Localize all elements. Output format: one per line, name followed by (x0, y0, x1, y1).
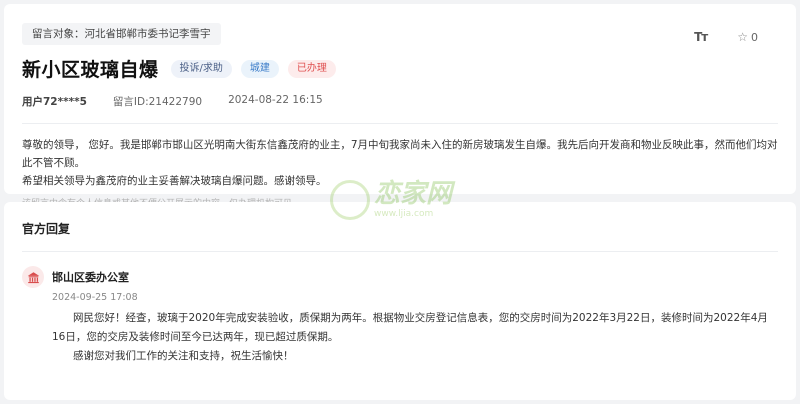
font-size-icon[interactable]: Tт (694, 30, 708, 44)
target-label: 留言对象： (32, 28, 85, 40)
star-icon: ☆ (737, 30, 748, 44)
watermark: 恋家网 www.ljia.com (330, 180, 452, 220)
title-row: 新小区玻璃自爆 投诉/求助 城建 已办理 (22, 55, 778, 82)
reply-divider (22, 251, 778, 252)
divider (22, 123, 778, 124)
reply-card: 官方回复 邯山区委办公室 2024-09-25 17:08 网民您好！经查，玻璃… (4, 202, 796, 400)
watermark-url: www.ljia.com (374, 209, 434, 219)
reply-org-name: 邯山区委办公室 (52, 271, 129, 284)
reply-section-title: 官方回复 (22, 222, 71, 236)
message-meta: 用户72****5 留言ID:21422790 2024-08-22 16:15 (22, 94, 778, 109)
watermark-logo-icon (330, 180, 370, 220)
reply-body: 网民您好！经查，玻璃于2020年完成安装验收，质保期为两年。根据物业交房登记信息… (52, 309, 778, 366)
reply-paragraph: 网民您好！经查，玻璃于2020年完成安装验收，质保期为两年。根据物业交房登记信息… (52, 312, 768, 343)
message-id: 留言ID:21422790 (112, 96, 203, 108)
message-time: 2024-08-22 16:15 (228, 94, 323, 106)
watermark-text: 恋家网 (374, 179, 453, 209)
building-icon (22, 266, 44, 288)
user-name: 用户72****5 (22, 96, 87, 108)
type-badge: 投诉/求助 (170, 59, 232, 78)
message-target: 留言对象：河北省邯郸市委书记李雪宇 (22, 23, 221, 45)
reply-org: 邯山区委办公室 (22, 266, 778, 288)
category-badge: 城建 (240, 59, 279, 78)
status-badge: 已办理 (287, 59, 336, 78)
reply-paragraph: 感谢您对我们工作的关注和支持，祝生活愉快！ (73, 350, 294, 362)
like-count: 0 (751, 30, 758, 44)
favorite-button[interactable]: ☆ 0 (737, 30, 758, 44)
message-content-line1: 尊敬的领导， 您好。我是邯郸市邯山区光明南大街东信鑫茂府的业主，7月中旬我家尚未… (22, 139, 778, 169)
message-actions: Tт ☆ 0 (694, 30, 758, 44)
message-title: 新小区玻璃自爆 (22, 59, 159, 81)
message-card: 留言对象：河北省邯郸市委书记李雪宇 Tт ☆ 0 新小区玻璃自爆 投诉/求助 城… (4, 4, 796, 209)
reply-time: 2024-09-25 17:08 (52, 292, 138, 303)
target-name[interactable]: 河北省邯郸市委书记李雪宇 (85, 28, 211, 40)
